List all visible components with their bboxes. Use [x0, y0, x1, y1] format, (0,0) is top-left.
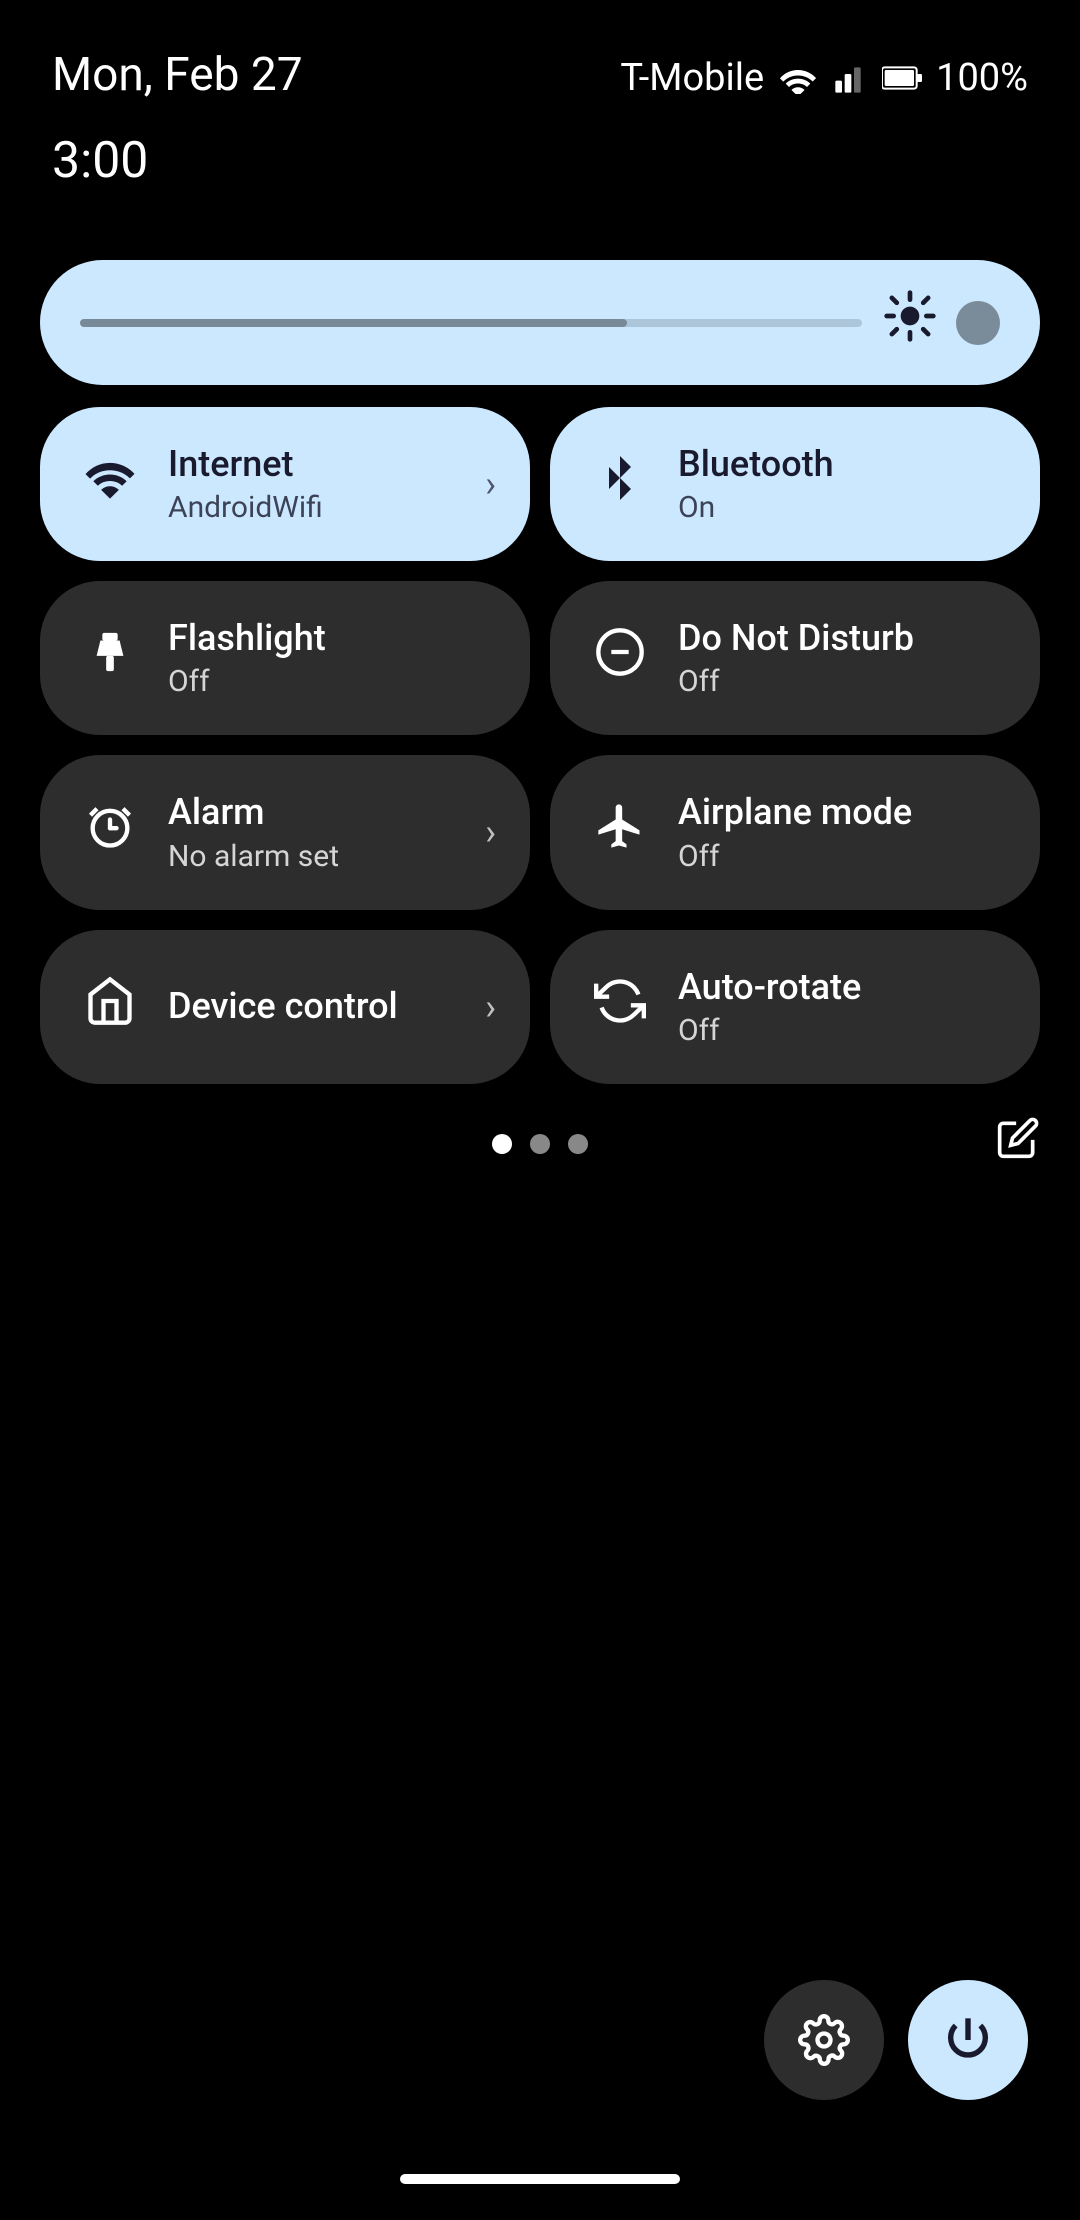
signal-status-icon	[832, 62, 868, 94]
bluetooth-subtitle: On	[678, 490, 834, 525]
flashlight-icon	[80, 626, 140, 690]
bluetooth-text: Bluetooth On	[678, 443, 834, 525]
bluetooth-tile[interactable]: Bluetooth On	[550, 407, 1040, 561]
alarm-chevron-icon: ›	[485, 811, 496, 853]
battery-status-icon	[882, 64, 922, 92]
status-right-icons: T-Mobile 100%	[620, 48, 1028, 100]
quick-settings-panel: Internet AndroidWifi › Bluetooth On	[0, 230, 1080, 1154]
device-control-title: Device control	[168, 985, 398, 1028]
internet-title: Internet	[168, 443, 323, 486]
airplane-text: Airplane mode Off	[678, 791, 912, 873]
alarm-icon	[80, 800, 140, 864]
auto-rotate-title: Auto-rotate	[678, 966, 861, 1009]
battery-label: 100%	[936, 56, 1028, 100]
device-control-text: Device control	[168, 985, 398, 1028]
flashlight-tile[interactable]: Flashlight Off	[40, 581, 530, 735]
auto-rotate-text: Auto-rotate Off	[678, 966, 861, 1048]
brightness-slider[interactable]	[40, 260, 1040, 385]
status-time: 3:00	[0, 122, 1080, 190]
page-dot-1	[492, 1134, 512, 1154]
brightness-drag-handle[interactable]	[956, 301, 1000, 345]
dnd-subtitle: Off	[678, 664, 914, 699]
status-bar: Mon, Feb 27 T-Mobile 100%	[0, 0, 1080, 122]
internet-text: Internet AndroidWifi	[168, 443, 323, 525]
auto-rotate-icon	[590, 975, 650, 1039]
airplane-subtitle: Off	[678, 839, 912, 874]
alarm-text: Alarm No alarm set	[168, 791, 339, 873]
bluetooth-icon	[590, 452, 650, 516]
bottom-buttons	[764, 1980, 1028, 2100]
alarm-tile[interactable]: Alarm No alarm set ›	[40, 755, 530, 909]
brightness-track	[80, 319, 862, 327]
auto-rotate-tile[interactable]: Auto-rotate Off	[550, 930, 1040, 1084]
edit-button[interactable]	[996, 1116, 1040, 1171]
device-control-chevron-icon: ›	[485, 986, 496, 1028]
dnd-title: Do Not Disturb	[678, 617, 914, 660]
brightness-fill	[80, 319, 627, 327]
internet-tile[interactable]: Internet AndroidWifi ›	[40, 407, 530, 561]
carrier-label: T-Mobile	[620, 56, 764, 100]
page-indicators	[40, 1134, 1040, 1154]
page-dot-2	[530, 1134, 550, 1154]
airplane-tile[interactable]: Airplane mode Off	[550, 755, 1040, 909]
flashlight-text: Flashlight Off	[168, 617, 326, 699]
dnd-tile[interactable]: Do Not Disturb Off	[550, 581, 1040, 735]
internet-chevron-icon: ›	[485, 463, 496, 505]
internet-subtitle: AndroidWifi	[168, 490, 323, 525]
flashlight-title: Flashlight	[168, 617, 326, 660]
tile-grid: Internet AndroidWifi › Bluetooth On	[40, 407, 1040, 1084]
device-control-icon	[80, 975, 140, 1039]
dnd-text: Do Not Disturb Off	[678, 617, 914, 699]
wifi-status-icon	[778, 62, 818, 94]
alarm-subtitle: No alarm set	[168, 839, 339, 874]
settings-button[interactable]	[764, 1980, 884, 2100]
page-dot-3	[568, 1134, 588, 1154]
brightness-icon	[882, 288, 938, 357]
device-control-tile[interactable]: Device control ›	[40, 930, 530, 1084]
auto-rotate-subtitle: Off	[678, 1013, 861, 1048]
airplane-icon	[590, 800, 650, 864]
power-button[interactable]	[908, 1980, 1028, 2100]
airplane-title: Airplane mode	[678, 791, 912, 834]
wifi-icon	[80, 452, 140, 516]
alarm-title: Alarm	[168, 791, 339, 834]
home-indicator	[400, 2174, 680, 2184]
flashlight-subtitle: Off	[168, 664, 326, 699]
bluetooth-title: Bluetooth	[678, 443, 834, 486]
status-date: Mon, Feb 27	[52, 48, 303, 102]
dnd-icon	[590, 626, 650, 690]
